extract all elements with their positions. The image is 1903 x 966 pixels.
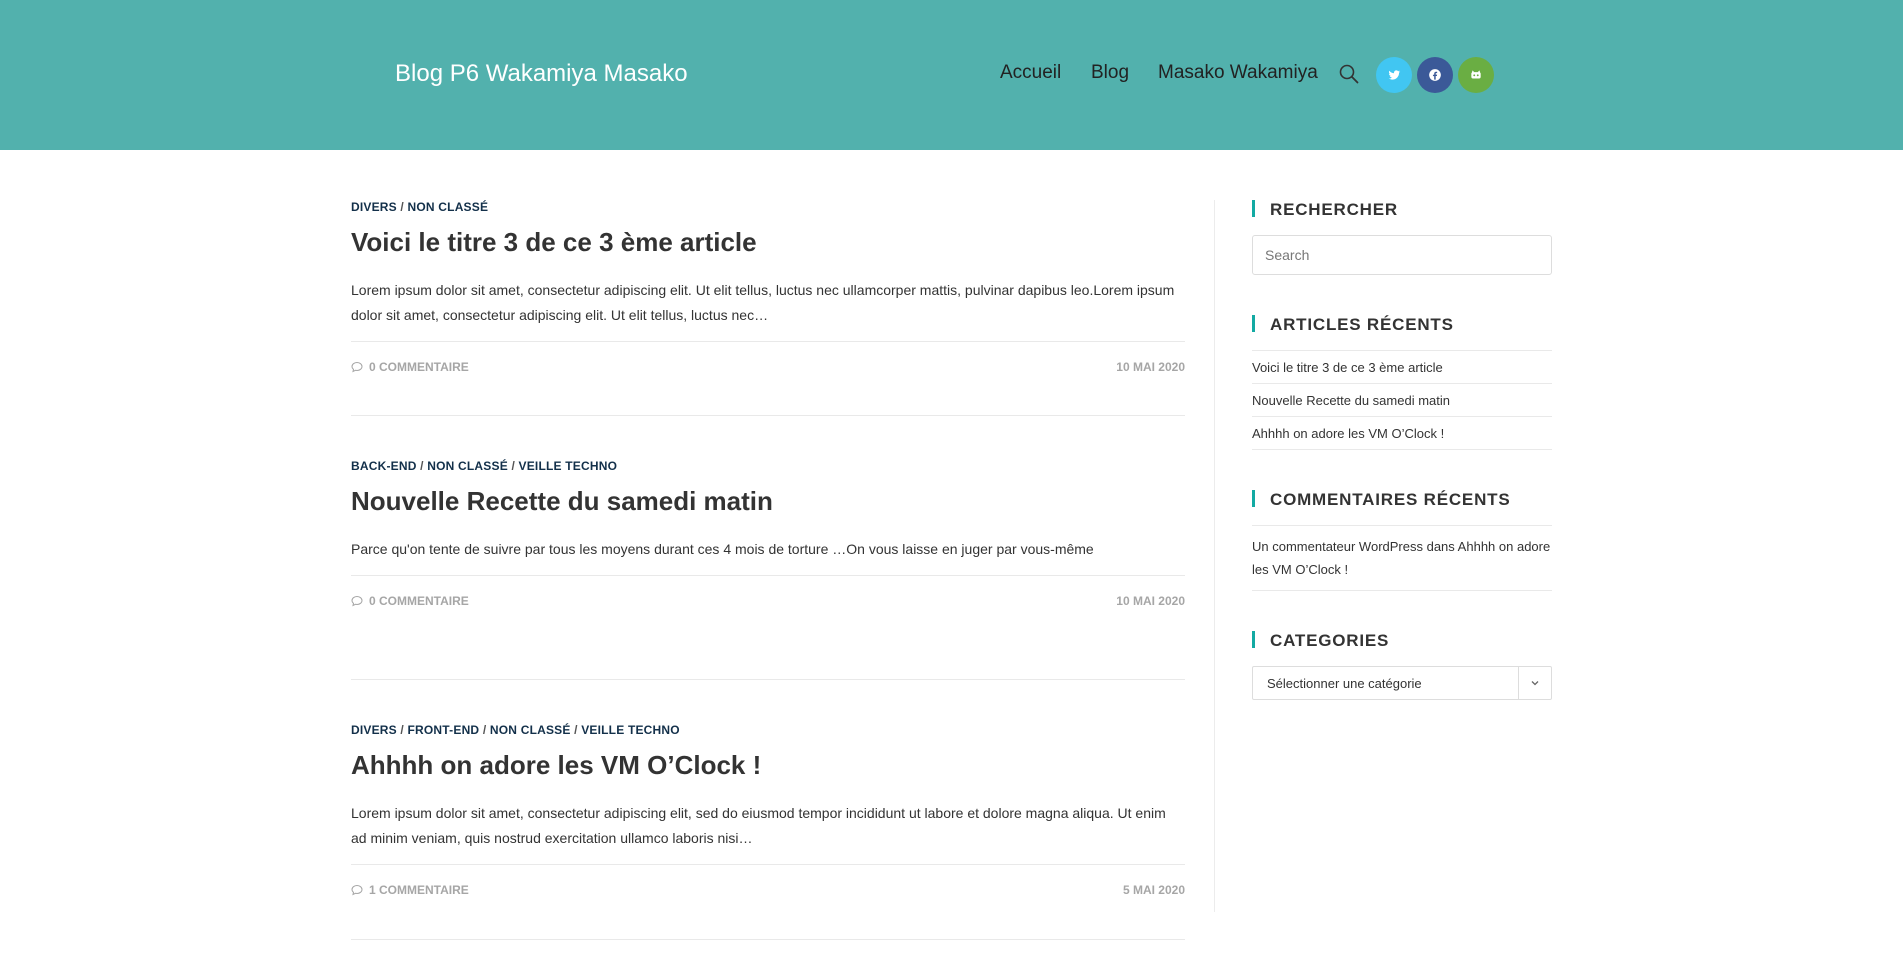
recent-post-link[interactable]: Voici le titre 3 de ce 3 ème article (1252, 360, 1443, 375)
comments-count: 1 COMMENTAIRE (369, 883, 469, 897)
recent-posts-widget: ARTICLES RÉCENTS Voici le titre 3 de ce … (1252, 315, 1552, 450)
widget-title: ARTICLES RÉCENTS (1252, 315, 1552, 335)
categories-select[interactable]: Sélectionner une catégorie (1252, 666, 1552, 700)
post-article: DIVERS / NON CLASSÉ Voici le titre 3 de … (351, 200, 1185, 416)
sidebar: RECHERCHER ARTICLES RÉCENTS Voici le tit… (1252, 200, 1552, 700)
site-title[interactable]: Blog P6 Wakamiya Masako (395, 60, 688, 88)
site-header: Blog P6 Wakamiya Masako Accueil Blog Mas… (0, 0, 1903, 150)
post-categories: DIVERS / NON CLASSÉ (351, 200, 489, 214)
twitter-icon[interactable] (1376, 57, 1412, 93)
categories-widget: CATEGORIES Sélectionner une catégorie (1252, 631, 1552, 700)
post-title[interactable]: Nouvelle Recette du samedi matin (351, 486, 1185, 517)
widget-title: CATEGORIES (1252, 631, 1552, 651)
category-link[interactable]: VEILLE TECHNO (519, 459, 618, 473)
post-meta: 1 COMMENTAIRE 5 MAI 2020 (351, 864, 1185, 930)
post-excerpt: Lorem ipsum dolor sit amet, consectetur … (351, 282, 1175, 323)
recent-post-link[interactable]: Ahhhh on adore les VM O’Clock ! (1252, 426, 1444, 441)
list-item: Ahhhh on adore les VM O’Clock ! (1252, 417, 1552, 450)
post-title[interactable]: Ahhhh on adore les VM O’Clock ! (351, 750, 1185, 781)
post-date: 10 MAI 2020 (1116, 594, 1185, 608)
nav-item-accueil[interactable]: Accueil (1000, 62, 1061, 84)
post-meta: 0 COMMENTAIRE 10 MAI 2020 (351, 575, 1185, 641)
post-article: DIVERS / FRONT-END / NON CLASSÉ / VEILLE… (351, 723, 1185, 940)
recent-comments-list: Un commentateur WordPress dans Ahhhh on … (1252, 525, 1552, 591)
post-excerpt: Lorem ipsum dolor sit amet, consectetur … (351, 805, 1166, 846)
recent-comments-widget: COMMENTAIRES RÉCENTS Un commentateur Wor… (1252, 490, 1552, 591)
search-icon[interactable] (1338, 63, 1360, 85)
github-icon[interactable] (1458, 57, 1494, 93)
nav-item-blog[interactable]: Blog (1091, 62, 1129, 84)
category-link[interactable]: NON CLASSÉ (490, 723, 571, 737)
comments-count: 0 COMMENTAIRE (369, 594, 469, 608)
chevron-down-icon[interactable] (1518, 667, 1551, 699)
category-link[interactable]: NON CLASSÉ (408, 200, 489, 214)
search-input[interactable] (1252, 235, 1552, 275)
post-article: BACK-END / NON CLASSÉ / VEILLE TECHNO No… (351, 459, 1185, 680)
recent-posts-list: Voici le titre 3 de ce 3 ème article Nou… (1252, 350, 1552, 450)
post-categories: BACK-END / NON CLASSÉ / VEILLE TECHNO (351, 459, 618, 473)
post-excerpt: Parce qu'on tente de suivre par tous les… (351, 541, 1094, 557)
comments-count: 0 COMMENTAIRE (369, 360, 469, 374)
facebook-icon[interactable] (1417, 57, 1453, 93)
posts-list: DIVERS / NON CLASSÉ Voici le titre 3 de … (351, 200, 1185, 940)
comments-link[interactable]: 0 COMMENTAIRE (351, 360, 469, 374)
comment-icon (351, 595, 363, 607)
list-item: Nouvelle Recette du samedi matin (1252, 384, 1552, 417)
post-title[interactable]: Voici le titre 3 de ce 3 ème article (351, 227, 1185, 258)
widget-title: COMMENTAIRES RÉCENTS (1252, 490, 1552, 510)
category-link[interactable]: DIVERS (351, 723, 397, 737)
category-link[interactable]: DIVERS (351, 200, 397, 214)
post-date: 10 MAI 2020 (1116, 360, 1185, 374)
category-link[interactable]: VEILLE TECHNO (581, 723, 680, 737)
nav-item-masako-wakamiya[interactable]: Masako Wakamiya (1158, 62, 1318, 84)
post-date: 5 MAI 2020 (1122, 883, 1185, 897)
comments-link[interactable]: 0 COMMENTAIRE (351, 594, 469, 608)
widget-title: RECHERCHER (1252, 200, 1552, 220)
comment-icon (351, 361, 363, 373)
post-meta: 0 COMMENTAIRE 10 MAI 2020 (351, 341, 1185, 407)
recent-post-link[interactable]: Nouvelle Recette du samedi matin (1252, 393, 1450, 408)
search-widget: RECHERCHER (1252, 200, 1552, 275)
comments-link[interactable]: 1 COMMENTAIRE (351, 883, 469, 897)
comment-icon (351, 884, 363, 896)
post-categories: DIVERS / FRONT-END / NON CLASSÉ / VEILLE… (351, 723, 680, 737)
list-item: Voici le titre 3 de ce 3 ème article (1252, 351, 1552, 384)
category-link[interactable]: FRONT-END (408, 723, 480, 737)
category-link[interactable]: NON CLASSÉ (427, 459, 508, 473)
recent-comment-link[interactable]: Un commentateur WordPress dans Ahhhh on … (1252, 539, 1550, 577)
content-divider (1214, 200, 1215, 912)
select-value: Sélectionner une catégorie (1267, 676, 1422, 691)
category-link[interactable]: BACK-END (351, 459, 417, 473)
